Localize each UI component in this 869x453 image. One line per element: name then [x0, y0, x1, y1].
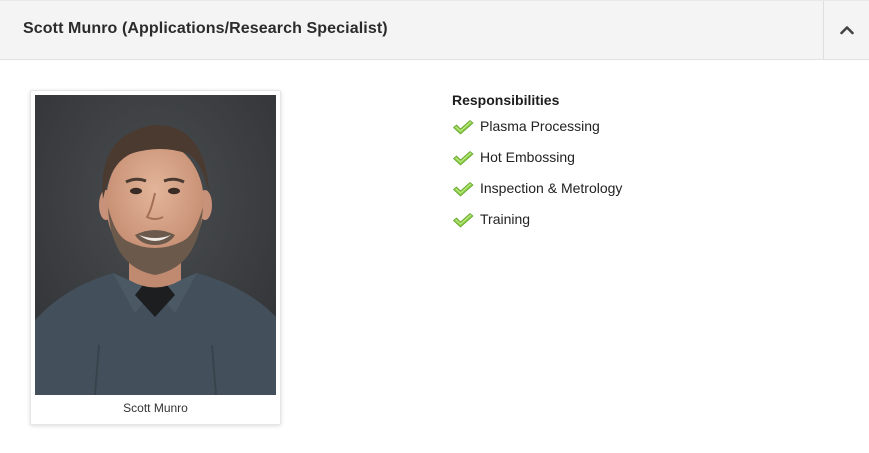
photo-caption: Scott Munro [123, 401, 188, 415]
list-item: Training [452, 210, 832, 241]
responsibilities-section: Responsibilities Plasma Processing Hot E… [452, 92, 832, 241]
profile-photo [35, 95, 276, 395]
list-item: Inspection & Metrology [452, 179, 832, 210]
accordion-header[interactable]: Scott Munro (Applications/Research Speci… [0, 0, 869, 60]
profile-card: Scott Munro [30, 90, 281, 425]
list-item: Plasma Processing [452, 117, 832, 148]
check-icon [453, 213, 474, 228]
check-icon [453, 182, 474, 197]
check-icon [453, 120, 474, 135]
list-item: Hot Embossing [452, 148, 832, 179]
check-icon [453, 151, 474, 166]
responsibilities-list: Plasma Processing Hot Embossing Inspecti… [452, 117, 832, 241]
responsibility-label: Plasma Processing [480, 118, 600, 134]
responsibility-label: Training [480, 211, 531, 227]
chevron-up-icon [840, 26, 854, 35]
responsibilities-heading: Responsibilities [452, 92, 560, 108]
responsibility-label: Inspection & Metrology [480, 180, 623, 196]
accordion-title[interactable]: Scott Munro (Applications/Research Speci… [23, 20, 388, 38]
collapse-toggle-button[interactable] [823, 1, 869, 60]
responsibility-label: Hot Embossing [480, 149, 575, 165]
